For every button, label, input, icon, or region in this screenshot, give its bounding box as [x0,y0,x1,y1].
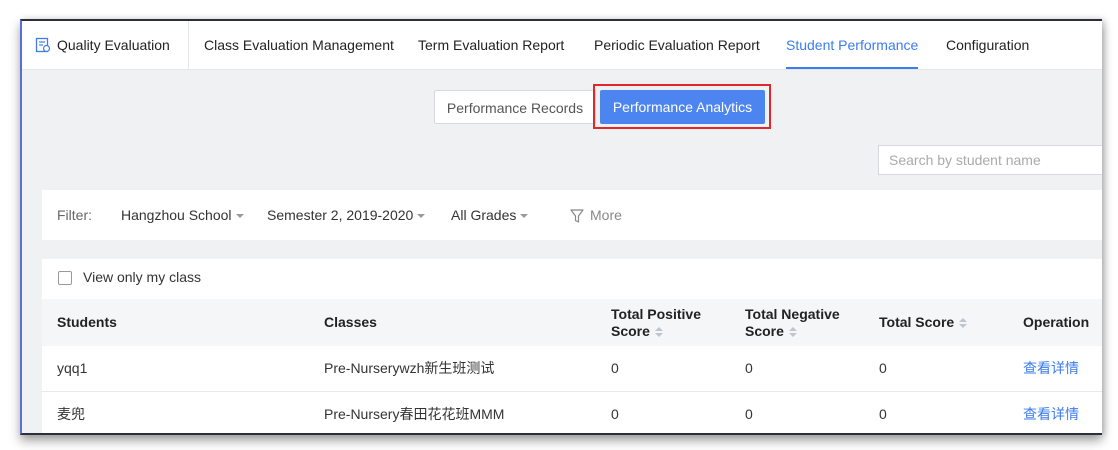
filter-funnel-icon [570,209,584,223]
semester-value: Semester 2, 2019-2020 [267,207,414,223]
cell-positive: 0 [611,360,619,376]
results-table: View only my class Students Classes Tota… [42,259,1102,433]
sort-icon [788,327,797,338]
chevron-down-icon [520,214,529,219]
header-total-negative-line1: Total Negative [745,306,840,322]
sort-icon [654,327,663,338]
performance-records-button[interactable]: Performance Records [434,90,596,124]
only-my-class-checkbox[interactable] [58,271,72,285]
cell-total: 0 [879,406,887,422]
cell-positive: 0 [611,406,619,422]
brand-tab[interactable]: Quality Evaluation [22,21,189,69]
tab-configuration[interactable]: Configuration [946,21,1029,69]
header-students: Students [57,314,117,330]
header-total-positive[interactable]: Total Positive Score [611,306,701,340]
tab-class-evaluation-management[interactable]: Class Evaluation Management [204,21,394,69]
header-operation: Operation [1023,314,1090,330]
report-icon [35,37,51,53]
filter-bar: Filter: Hangzhou School Semester 2, 2019… [42,190,1102,240]
highlight-box [593,84,771,129]
filter-label: Filter: [57,207,92,223]
table-row: 麦兜 Pre-Nursery春田花花班MMM 0 0 0 查看详情 [42,392,1102,433]
cell-negative: 0 [745,406,753,422]
grades-dropdown[interactable]: All Grades [451,190,529,240]
brand-label: Quality Evaluation [57,37,170,53]
grades-value: All Grades [451,207,517,223]
header-classes: Classes [324,314,377,330]
search-input[interactable] [878,145,1102,175]
tab-student-performance[interactable]: Student Performance [786,21,919,69]
cell-student: 麦兜 [57,406,85,422]
header-total-score-label: Total Score [879,314,955,330]
header-total-positive-line1: Total Positive [611,306,701,322]
chevron-down-icon [417,214,426,219]
cell-class: Pre-Nursery春田花花班MMM [324,406,505,422]
app-window: Quality Evaluation Class Evaluation Mana… [20,19,1102,435]
only-my-class-label[interactable]: View only my class [83,269,201,285]
header-total-positive-line2: Score [611,323,650,339]
view-details-link[interactable]: 查看详情 [1023,346,1079,391]
more-label: More [590,207,622,223]
header-total-score[interactable]: Total Score [879,314,968,331]
more-filters-button[interactable]: More [569,190,622,240]
chevron-down-icon [235,214,244,219]
school-value: Hangzhou School [121,207,232,223]
cell-total: 0 [879,360,887,376]
cell-student: yqq1 [57,360,88,376]
top-nav: Quality Evaluation Class Evaluation Mana… [22,21,1102,70]
school-dropdown[interactable]: Hangzhou School [121,190,244,240]
header-total-negative-line2: Score [745,323,784,339]
header-total-negative[interactable]: Total Negative Score [745,306,840,340]
tab-term-evaluation-report[interactable]: Term Evaluation Report [418,21,564,69]
cell-class: Pre-Nurserywzh新生班测试 [324,360,495,376]
tab-periodic-evaluation-report[interactable]: Periodic Evaluation Report [594,21,760,69]
table-header: Students Classes Total Positive Score To… [42,299,1102,346]
view-details-link[interactable]: 查看详情 [1023,392,1079,433]
table-row: yqq1 Pre-Nurserywzh新生班测试 0 0 0 查看详情 [42,346,1102,392]
cell-negative: 0 [745,360,753,376]
semester-dropdown[interactable]: Semester 2, 2019-2020 [267,190,426,240]
sort-icon [959,318,968,329]
